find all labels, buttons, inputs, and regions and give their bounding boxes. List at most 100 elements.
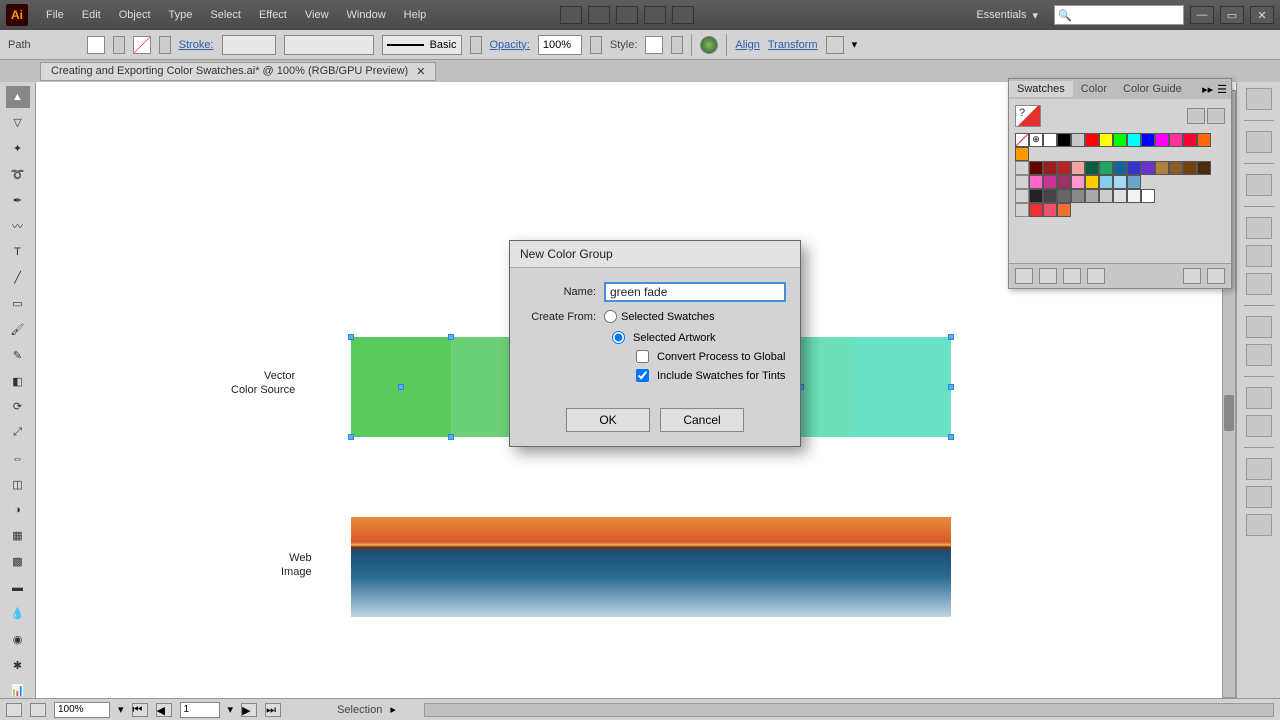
bridge-icon[interactable]	[588, 6, 610, 24]
registration-swatch[interactable]: ⊕	[1029, 133, 1043, 147]
swatch[interactable]	[1085, 175, 1099, 189]
collapse-panel-icon[interactable]: ▸▸	[1202, 83, 1213, 96]
graphic-styles-icon[interactable]	[1246, 344, 1272, 366]
checkbox-convert-global[interactable]	[636, 350, 649, 363]
tab-color[interactable]: Color	[1073, 81, 1115, 97]
swatch[interactable]	[1127, 189, 1141, 203]
workspace-switcher[interactable]: Essentials ▾	[966, 7, 1048, 24]
list-view-icon[interactable]	[1187, 108, 1205, 124]
swatch[interactable]	[1099, 175, 1113, 189]
align-panel-icon[interactable]	[1246, 458, 1272, 480]
arrange-icon[interactable]	[616, 6, 638, 24]
curvature-tool[interactable]: 〰	[6, 215, 30, 237]
menu-edit[interactable]: Edit	[74, 5, 109, 25]
scroll-thumb[interactable]	[1224, 395, 1234, 431]
prev-artboard-button[interactable]: ◀	[156, 703, 172, 717]
fill-swatch[interactable]	[87, 36, 105, 54]
brushes-icon[interactable]	[1246, 131, 1272, 153]
zoom-dropdown-icon[interactable]: ▾	[118, 703, 124, 716]
swatch[interactable]	[1197, 161, 1211, 175]
swatch[interactable]	[1057, 161, 1071, 175]
status-icon-2[interactable]	[30, 703, 46, 717]
menu-view[interactable]: View	[297, 5, 337, 25]
more-dropdown-icon[interactable]: ▾	[852, 38, 858, 51]
align-link[interactable]: Align	[735, 39, 759, 51]
gradient-panel-icon[interactable]	[1246, 245, 1272, 267]
swatch[interactable]	[1127, 175, 1141, 189]
type-tool[interactable]: T	[6, 241, 30, 263]
delete-swatch-icon[interactable]	[1207, 268, 1225, 284]
swatch[interactable]	[1071, 175, 1085, 189]
appearance-icon[interactable]	[1246, 316, 1272, 338]
radio-selected-swatches[interactable]	[604, 310, 617, 323]
tab-swatches[interactable]: Swatches	[1009, 81, 1073, 97]
swatch[interactable]	[1183, 133, 1197, 147]
swatch[interactable]	[1113, 175, 1127, 189]
color-rect[interactable]	[851, 337, 951, 437]
selection-tool[interactable]: ▲	[6, 86, 30, 108]
swatch[interactable]	[1015, 147, 1029, 161]
swatch[interactable]	[1127, 161, 1141, 175]
brush-dropdown[interactable]	[470, 36, 482, 54]
isolate-icon[interactable]	[826, 36, 844, 54]
swatch[interactable]	[1113, 161, 1127, 175]
gradient-tool[interactable]: ▬	[6, 577, 30, 599]
minimize-button[interactable]: —	[1190, 6, 1214, 24]
pathfinder-icon[interactable]	[1246, 514, 1272, 536]
maximize-button[interactable]: ▭	[1220, 6, 1244, 24]
mesh-tool[interactable]: ▩	[6, 551, 30, 573]
menu-select[interactable]: Select	[202, 5, 249, 25]
new-swatch-icon[interactable]	[1183, 268, 1201, 284]
color-group-folder-icon[interactable]	[1015, 189, 1029, 203]
swatch[interactable]	[1183, 161, 1197, 175]
swatch[interactable]	[1155, 133, 1169, 147]
show-kinds-icon[interactable]	[1039, 268, 1057, 284]
swatch[interactable]	[1127, 133, 1141, 147]
pen-tool[interactable]: ✒	[6, 189, 30, 211]
swatch[interactable]	[1113, 133, 1127, 147]
rectangle-tool[interactable]: ▭	[6, 293, 30, 315]
layout-icon[interactable]	[560, 6, 582, 24]
swatch[interactable]	[1029, 189, 1043, 203]
tab-color-guide[interactable]: Color Guide	[1115, 81, 1190, 97]
color-group-folder-icon[interactable]	[1015, 161, 1029, 175]
scale-tool[interactable]: ⤢	[6, 422, 30, 444]
menu-help[interactable]: Help	[396, 5, 435, 25]
symbol-sprayer-tool[interactable]: ✱	[6, 654, 30, 676]
swatch[interactable]	[1141, 189, 1155, 203]
opacity-dropdown[interactable]	[590, 36, 602, 54]
swatch[interactable]	[1043, 189, 1057, 203]
checkbox-include-tints[interactable]	[636, 369, 649, 382]
search-input[interactable]	[1054, 5, 1184, 25]
cancel-button[interactable]: Cancel	[660, 408, 744, 432]
transform-link[interactable]: Transform	[768, 39, 818, 51]
stock-icon[interactable]	[644, 6, 666, 24]
swatch[interactable]	[1099, 161, 1113, 175]
shape-builder-tool[interactable]: ◑	[6, 499, 30, 521]
width-tool[interactable]: ⇔	[6, 448, 30, 470]
swatch[interactable]	[1043, 175, 1057, 189]
eyedropper-tool[interactable]: 💧	[6, 603, 30, 625]
web-image[interactable]	[351, 517, 951, 617]
recolor-icon[interactable]	[700, 36, 718, 54]
swatch[interactable]	[1099, 189, 1113, 203]
libraries-icon[interactable]	[1246, 88, 1272, 110]
eraser-tool[interactable]: ◧	[6, 370, 30, 392]
color-group-folder-icon[interactable]	[1015, 175, 1029, 189]
swatch[interactable]	[1057, 175, 1071, 189]
swatch-options-icon[interactable]	[1063, 268, 1081, 284]
graphic-style[interactable]	[645, 36, 663, 54]
swatch[interactable]	[1057, 189, 1071, 203]
artboard-combo[interactable]: 1	[180, 702, 220, 718]
swatch[interactable]	[1155, 161, 1169, 175]
swatch[interactable]	[1085, 133, 1099, 147]
swatch[interactable]	[1099, 133, 1113, 147]
line-tool[interactable]: ╱	[6, 267, 30, 289]
stroke-link[interactable]: Stroke:	[179, 39, 214, 51]
swatch[interactable]	[1057, 203, 1071, 217]
swatch[interactable]	[1043, 203, 1057, 217]
first-artboard-button[interactable]: ⏮	[132, 703, 148, 717]
grid-view-icon[interactable]	[1207, 108, 1225, 124]
swatch[interactable]	[1029, 203, 1043, 217]
status-icon[interactable]	[6, 703, 22, 717]
